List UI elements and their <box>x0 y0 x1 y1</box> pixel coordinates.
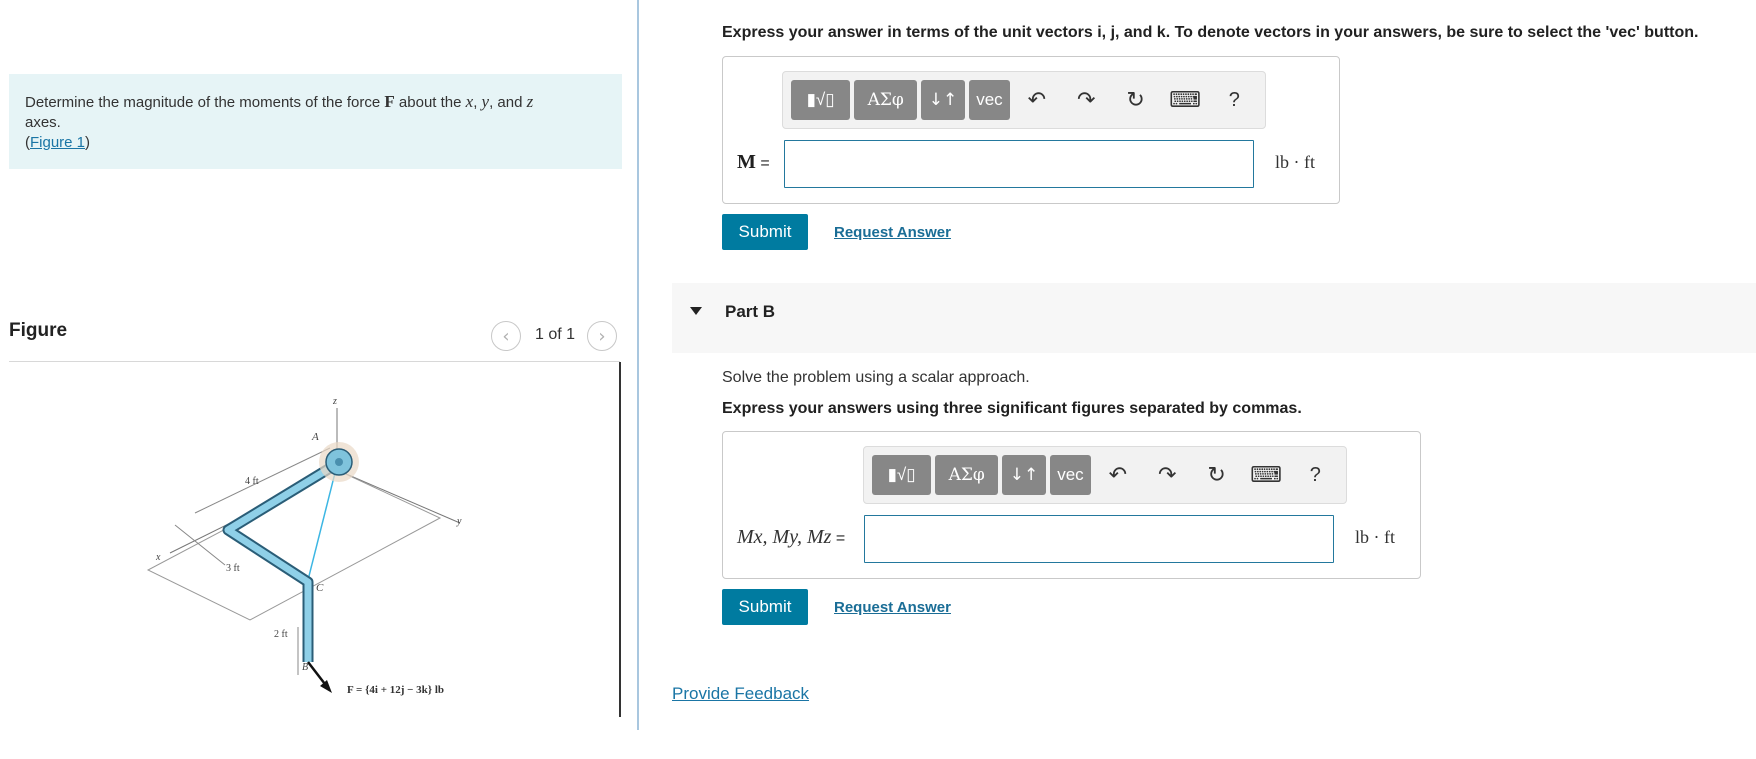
label-4ft: 4 ft <box>245 476 259 487</box>
moments-symbols: Mx, My, Mz <box>737 526 832 548</box>
figure-heading: Figure <box>9 320 68 341</box>
part-a-request-answer-link[interactable]: Request Answer <box>834 224 951 241</box>
equals-sign: = <box>755 155 770 172</box>
prev-figure-button[interactable]: ‹ <box>491 321 521 351</box>
axis-y-symbol: y <box>481 92 490 111</box>
chevron-right-icon: › <box>598 325 606 347</box>
figure-divider <box>9 361 620 362</box>
next-figure-button[interactable]: › <box>587 321 617 351</box>
templates-button[interactable]: ▮√▯ <box>872 455 932 495</box>
pipe-figure: z x y A C B 4 ft 3 ft 2 ft F = {4i + 12j… <box>146 396 462 696</box>
figure-count: 1 of 1 <box>535 326 576 343</box>
vec-label: vec <box>1057 465 1084 484</box>
templates-button[interactable]: ▮√▯ <box>791 80 851 120</box>
force-symbol: F <box>384 92 395 111</box>
arrows-label: ↓↑ <box>928 90 958 110</box>
greek-symbols-button[interactable]: ΑΣφ <box>854 80 918 120</box>
problem-statement: Determine the magnitude of the moments o… <box>9 74 622 169</box>
panel-divider <box>637 0 639 730</box>
redo-icon[interactable]: ↷ <box>1064 80 1109 120</box>
part-b-instruction: Express your answers using three signifi… <box>722 400 1302 417</box>
label-2ft: 2 ft <box>274 629 288 640</box>
vec-button[interactable]: vec <box>968 80 1011 120</box>
comma: , <box>473 94 482 111</box>
caret-down-icon[interactable] <box>690 307 702 315</box>
part-a-math-toolbar: ▮√▯ ΑΣφ ↓↑ vec ↶ ↷ ↻ ⌨ ? <box>782 71 1266 129</box>
part-a-instruction: Express your answer in terms of the unit… <box>722 24 1699 41</box>
provide-feedback-link[interactable]: Provide Feedback <box>672 684 809 704</box>
keyboard-icon[interactable]: ⌨ <box>1162 80 1207 120</box>
arrows-button[interactable]: ↓↑ <box>921 80 965 120</box>
dim-line-3ft <box>174 524 226 566</box>
axis-z-symbol: z <box>526 92 534 111</box>
templates-icon: ▮√▯ <box>806 90 835 109</box>
part-b-label: Mx, My, Mz = <box>737 526 845 549</box>
part-b-request-answer-link[interactable]: Request Answer <box>834 599 951 616</box>
part-b-title[interactable]: Part B <box>725 302 775 322</box>
undo-icon[interactable]: ↶ <box>1095 455 1140 495</box>
problem-text-and: , and <box>489 94 527 111</box>
vec-button[interactable]: vec <box>1049 455 1092 495</box>
label-force: F = {4i + 12j − 3k} lb <box>347 684 444 696</box>
help-icon[interactable]: ? <box>1212 80 1257 120</box>
problem-text: Determine the magnitude of the moments o… <box>25 94 385 111</box>
label-a: A <box>311 431 319 443</box>
chevron-left-icon: ‹ <box>502 325 510 347</box>
y-axis-line <box>336 469 461 524</box>
greek-symbols-label: ΑΣφ <box>948 465 985 485</box>
greek-symbols-button[interactable]: ΑΣφ <box>935 455 999 495</box>
paren-close: ) <box>85 134 91 151</box>
reset-icon[interactable]: ↻ <box>1113 80 1158 120</box>
vec-label: vec <box>976 90 1003 109</box>
label-b: B <box>302 662 308 673</box>
reset-icon[interactable]: ↻ <box>1194 455 1239 495</box>
part-b-answer-input[interactable] <box>864 515 1334 563</box>
part-b-header[interactable] <box>672 283 1756 353</box>
moment-symbol: M <box>737 151 756 173</box>
undo-icon[interactable]: ↶ <box>1014 80 1059 120</box>
problem-text-axes: axes. <box>25 114 61 131</box>
help-icon[interactable]: ? <box>1293 455 1338 495</box>
arrows-label: ↓↑ <box>1009 465 1039 485</box>
part-a-unit: lb · ft <box>1275 152 1315 172</box>
part-b-submit-button[interactable]: Submit <box>722 589 808 625</box>
problem-text-mid: about the <box>394 94 466 111</box>
figure-scrollbar[interactable] <box>619 362 621 717</box>
label-x: x <box>155 552 161 563</box>
label-z: z <box>332 396 337 407</box>
part-a-answer-input[interactable] <box>784 140 1254 188</box>
label-y: y <box>456 516 462 527</box>
part-b-description: Solve the problem using a scalar approac… <box>722 369 1030 386</box>
label-3ft: 3 ft <box>226 563 240 574</box>
arrows-button[interactable]: ↓↑ <box>1002 455 1046 495</box>
figure-link[interactable]: Figure 1 <box>30 134 85 151</box>
greek-symbols-label: ΑΣφ <box>867 90 904 110</box>
equals-sign: = <box>831 530 846 547</box>
part-a-label: M = <box>737 151 770 174</box>
part-b-math-toolbar: ▮√▯ ΑΣφ ↓↑ vec ↶ ↷ ↻ ⌨ ? <box>863 446 1347 504</box>
part-a-submit-button[interactable]: Submit <box>722 214 808 250</box>
label-c: C <box>316 582 324 594</box>
wall-mount-center <box>335 458 343 466</box>
templates-icon: ▮√▯ <box>887 465 916 484</box>
keyboard-icon[interactable]: ⌨ <box>1243 455 1288 495</box>
redo-icon[interactable]: ↷ <box>1145 455 1190 495</box>
part-b-unit: lb · ft <box>1355 527 1395 547</box>
